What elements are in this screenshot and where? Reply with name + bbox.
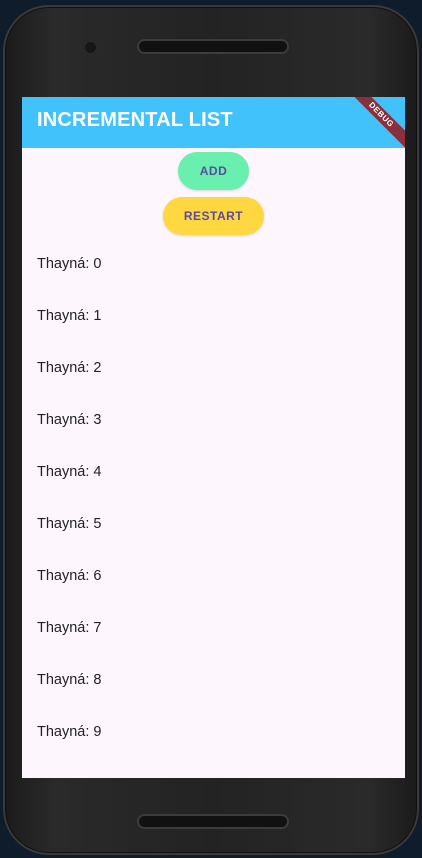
app-screen: INCREMENTAL LIST DEBUG ADD RESTART Thayn…: [22, 97, 405, 778]
list-item[interactable]: Thayná: 9: [22, 707, 405, 759]
app-title: INCREMENTAL LIST: [37, 109, 233, 131]
item-list: Thayná: 0 Thayná: 1 Thayná: 2 Thayná: 3 …: [22, 239, 405, 759]
phone-frame: INCREMENTAL LIST DEBUG ADD RESTART Thayn…: [3, 5, 419, 855]
front-camera: [85, 42, 96, 53]
list-item[interactable]: Thayná: 2: [22, 343, 405, 395]
add-button[interactable]: ADD: [178, 152, 249, 190]
app-bar: INCREMENTAL LIST: [22, 97, 405, 148]
list-item[interactable]: Thayná: 8: [22, 655, 405, 707]
list-item[interactable]: Thayná: 6: [22, 551, 405, 603]
restart-button[interactable]: RESTART: [163, 197, 264, 235]
list-item[interactable]: Thayná: 7: [22, 603, 405, 655]
list-item[interactable]: Thayná: 5: [22, 499, 405, 551]
earpiece-speaker: [139, 41, 287, 52]
list-item[interactable]: Thayná: 4: [22, 447, 405, 499]
list-item[interactable]: Thayná: 3: [22, 395, 405, 447]
list-item[interactable]: Thayná: 0: [22, 239, 405, 291]
list-item[interactable]: Thayná: 1: [22, 291, 405, 343]
bottom-speaker: [139, 816, 287, 827]
